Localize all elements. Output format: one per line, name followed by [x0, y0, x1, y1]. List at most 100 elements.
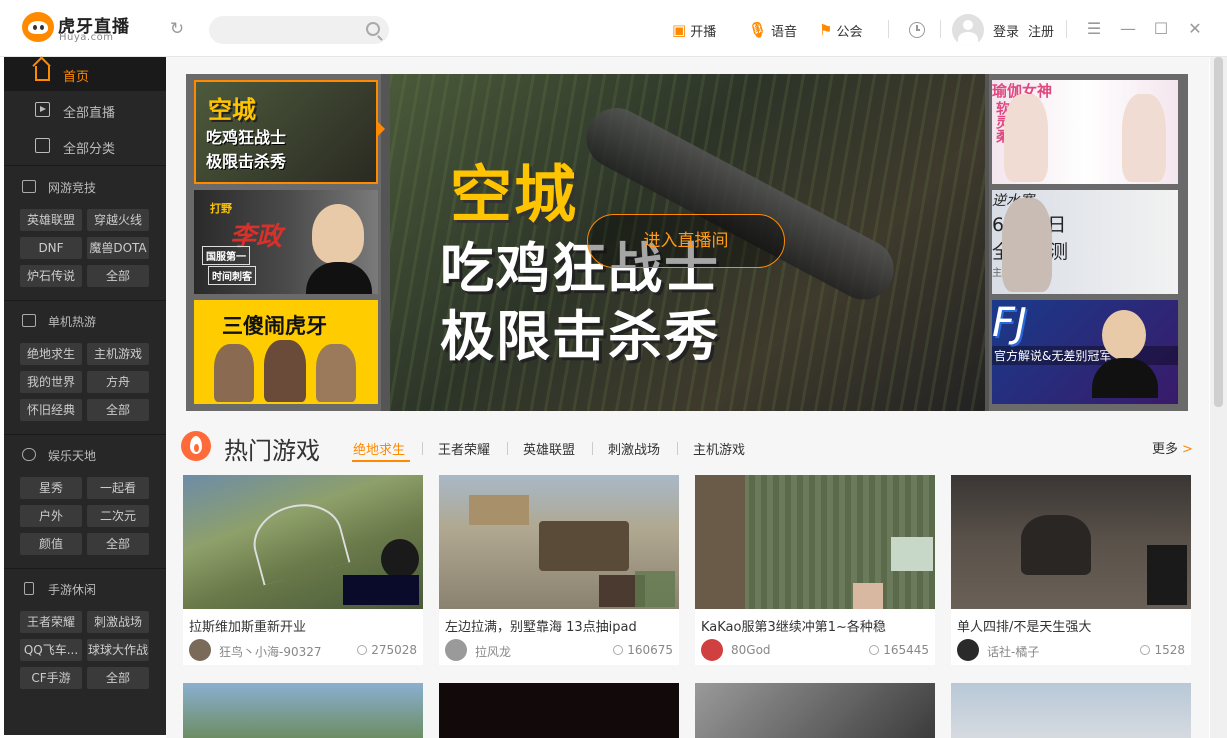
minimize-icon[interactable]: —: [1120, 20, 1136, 38]
tab-separator: [422, 442, 423, 455]
maximize-icon[interactable]: ☐: [1153, 20, 1169, 38]
tag-button[interactable]: 刺激战场: [87, 611, 149, 633]
banner-thumb[interactable]: 空城 吃鸡狂战士 极限击杀秀: [194, 80, 378, 184]
tag-button[interactable]: 王者荣耀: [20, 611, 82, 633]
section-online-games: 网游竞技: [4, 175, 166, 199]
nav-all-categories[interactable]: 全部分类: [4, 129, 166, 163]
banner-thumb[interactable]: FJ 官方解说&无差别冠军: [992, 300, 1178, 404]
hot-tab[interactable]: 王者荣耀: [438, 439, 490, 458]
hot-tab[interactable]: 刺激战场: [608, 439, 660, 458]
live-card[interactable]: 单人四排/不是天生强大 话社-橘子 1528: [951, 475, 1191, 665]
tag-button[interactable]: DNF: [20, 237, 82, 259]
building-shape: [469, 495, 529, 525]
live-card-thumbnail[interactable]: [439, 683, 679, 738]
tag-button[interactable]: 球球大作战: [87, 639, 149, 661]
tag-button[interactable]: 主机游戏: [87, 343, 149, 365]
broadcast-label: 开播: [690, 24, 717, 40]
register-label: 注册: [1028, 24, 1055, 40]
tag-button[interactable]: QQ飞车...: [20, 639, 82, 661]
tag-button[interactable]: 我的世界: [20, 371, 82, 393]
live-card[interactable]: 拉斯维加斯重新开业 狂鸟丶小海-90327 275028: [183, 475, 423, 665]
register-link[interactable]: 注册: [1028, 20, 1054, 40]
streamer-name[interactable]: 话社-橘子: [987, 643, 1039, 660]
guild-label: 公会: [836, 24, 863, 40]
tag-button[interactable]: 颜值: [20, 533, 82, 555]
divider: [888, 20, 889, 38]
tag-button[interactable]: 魔兽DOTA: [87, 237, 149, 259]
history-clock-icon[interactable]: [909, 22, 925, 38]
banner-thumb[interactable]: 逆水寒 6月29日 全面内测 主播招募: [992, 190, 1178, 294]
streamer-avatar[interactable]: [445, 639, 467, 661]
hot-tab[interactable]: 英雄联盟: [523, 439, 575, 458]
tag-button[interactable]: 全部: [87, 265, 149, 287]
hot-tab[interactable]: 绝地求生: [353, 439, 405, 458]
chevron-right-icon: >: [1182, 442, 1193, 457]
tag-button[interactable]: 户外: [20, 505, 82, 527]
section-title: 娱乐天地: [48, 449, 97, 463]
voice-button[interactable]: 🎙 语音: [748, 20, 797, 40]
tag-button[interactable]: 二次元: [87, 505, 149, 527]
viewers-icon: [357, 645, 368, 655]
tag-button[interactable]: 全部: [87, 533, 149, 555]
live-card-thumbnail[interactable]: [951, 683, 1191, 738]
nav-all-categories-label: 全部分类: [63, 142, 116, 157]
streamer-avatar[interactable]: [957, 639, 979, 661]
tag-button[interactable]: 英雄联盟: [20, 209, 82, 231]
streamer-avatar[interactable]: [189, 639, 211, 661]
minimap-overlay: [635, 571, 675, 607]
streamer-face: [312, 204, 364, 264]
menu-icon[interactable]: ☰: [1086, 20, 1102, 38]
streamer-avatar[interactable]: [701, 639, 723, 661]
live-card-thumbnail[interactable]: [183, 683, 423, 738]
nav-all-live[interactable]: 全部直播: [4, 93, 166, 127]
tab-separator: [592, 442, 593, 455]
live-card[interactable]: 左边拉满，别墅靠海 13点抽ipad 拉风龙 160675: [439, 475, 679, 665]
search-box[interactable]: [209, 16, 389, 44]
huya-logo[interactable]: 虎牙直播 Huya.com: [22, 10, 132, 46]
search-icon[interactable]: [366, 22, 380, 36]
scrollbar-thumb[interactable]: [1214, 57, 1223, 407]
broadcast-button[interactable]: ▣ 开播: [672, 20, 716, 40]
tag-button[interactable]: 方舟: [87, 371, 149, 393]
streamer-name[interactable]: 狂鸟丶小海-90327: [219, 643, 322, 660]
featured-banner: 空城 吃鸡狂战士 极限击杀秀 打野 李政 国服第一 时间刺客 三傻闹虎牙 空城 …: [186, 74, 1188, 411]
vertical-scrollbar[interactable]: [1210, 57, 1227, 738]
enter-room-button[interactable]: 进入直播间: [587, 214, 785, 268]
nav-home[interactable]: 首页: [4, 57, 166, 91]
live-thumbnail: [695, 475, 935, 609]
section-single-player: 单机热游: [4, 309, 166, 333]
thumb-title: FJ: [992, 300, 1027, 346]
close-icon[interactable]: ✕: [1187, 20, 1203, 38]
live-card-thumbnail[interactable]: [695, 683, 935, 738]
tag-button[interactable]: 怀旧经典: [20, 399, 82, 421]
tag-button[interactable]: 穿越火线: [87, 209, 149, 231]
viewer-number: 160675: [627, 643, 673, 657]
banner-thumb[interactable]: 三傻闹虎牙: [194, 300, 378, 404]
section-mobile-games: 手游休闲: [4, 577, 166, 601]
more-link[interactable]: 更多 >: [1152, 438, 1193, 457]
guild-button[interactable]: ⚑ 公会: [819, 20, 862, 40]
banner-thumb[interactable]: 瑜伽女神 软灵柔: [992, 80, 1178, 184]
login-link[interactable]: 登录: [993, 20, 1019, 40]
refresh-icon[interactable]: ↻: [168, 20, 186, 38]
tag-button[interactable]: 一起看: [87, 477, 149, 499]
live-card[interactable]: KaKao服第3继续冲第1~各种稳 80God 165445: [695, 475, 935, 665]
tag-button[interactable]: CF手游: [20, 667, 82, 689]
hot-tab[interactable]: 主机游戏: [693, 439, 745, 458]
banner-main-image[interactable]: 空城 吃鸡狂战士 极限击杀秀 进入直播间: [390, 74, 985, 411]
section-divider: [4, 568, 166, 569]
tag-button[interactable]: 星秀: [20, 477, 82, 499]
streamer-face: [1102, 310, 1146, 360]
tag-button[interactable]: 全部: [87, 399, 149, 421]
streamer-name[interactable]: 拉风龙: [475, 643, 511, 660]
search-input[interactable]: [221, 20, 361, 40]
banner-thumb[interactable]: 打野 李政 国服第一 时间刺客: [194, 190, 378, 294]
streamer-name[interactable]: 80God: [731, 643, 771, 657]
tag-button[interactable]: 绝地求生: [20, 343, 82, 365]
tag-button[interactable]: 全部: [87, 667, 149, 689]
tag-button[interactable]: 炉石传说: [20, 265, 82, 287]
user-avatar[interactable]: [952, 14, 984, 46]
section-entertainment: 娱乐天地: [4, 443, 166, 467]
camera-icon: ▣: [672, 21, 687, 39]
person-figure: [214, 344, 254, 402]
